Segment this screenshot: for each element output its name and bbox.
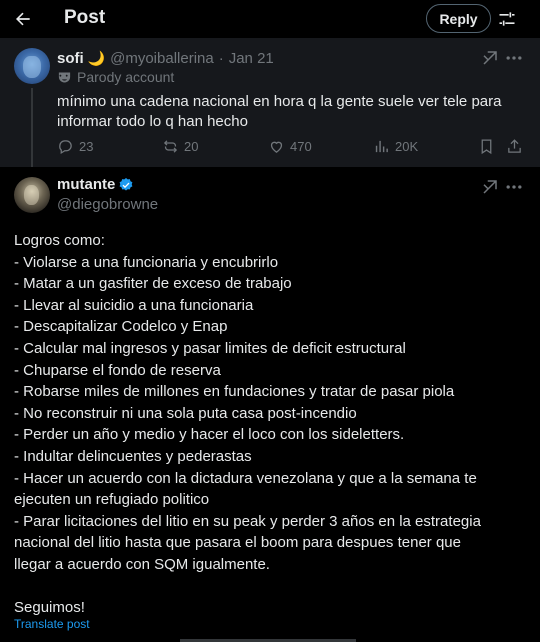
post-line: - Parar licitaciones del litio en su pea…	[14, 512, 481, 530]
post-line: - Llevar al suicidio a una funcionaria	[14, 296, 254, 314]
sliders-icon[interactable]	[497, 9, 517, 29]
post-line: - Matar a un gasfiter de exceso de traba…	[14, 275, 292, 293]
post-line: - Perder un año y medio y hacer el loco …	[14, 426, 405, 444]
meta-separator: ·	[218, 49, 224, 67]
post-text: Logros como: - Violarse a una funcionari…	[14, 230, 526, 619]
post-line: Logros como:	[14, 232, 105, 249]
post-line: llegar a acuerdo con SQM igualmente.	[14, 555, 270, 573]
page-title: Post	[64, 7, 106, 28]
reply-icon	[59, 140, 72, 155]
reply-button[interactable]: Reply	[426, 4, 491, 33]
post-line: - Chuparse el fondo de reserva	[14, 361, 221, 379]
post-line: Seguimos!	[14, 599, 85, 617]
heart-icon	[270, 141, 283, 153]
like-action[interactable]: 470	[268, 138, 312, 155]
parody-badge: Parody account	[57, 69, 174, 85]
post-date[interactable]: Jan 21	[229, 50, 274, 67]
post-line: - Robarse miles de millones en fundacion…	[14, 383, 455, 401]
post-line: - Violarse a una funcionaria y encubrirl…	[14, 253, 279, 271]
top-bar: Post Reply	[0, 0, 540, 38]
repost-icon	[163, 140, 178, 153]
parent-post[interactable]: sofi 🌙 @myoiballerina · Jan 21 Parody ac…	[0, 38, 540, 167]
post-line: - Hacer un acuerdo con la dictadura vene…	[14, 469, 477, 487]
post-line: - No reconstruir ni una sola puta casa p…	[14, 404, 357, 422]
parent-post-header: sofi 🌙 @myoiballerina · Jan 21	[57, 48, 274, 68]
post-text: mínimo una cadena nacional en hora q la …	[57, 93, 502, 130]
thread-connector	[31, 88, 33, 167]
display-name[interactable]: sofi	[57, 50, 84, 67]
more-icon[interactable]	[504, 48, 524, 68]
avatar[interactable]	[14, 177, 50, 213]
share-icon	[508, 139, 521, 153]
display-name[interactable]: mutante	[57, 176, 115, 193]
user-handle[interactable]: @myoiballerina	[110, 50, 214, 67]
repost-count: 20	[184, 139, 199, 154]
verified-badge-icon	[119, 177, 133, 191]
parody-label: Parody account	[77, 69, 175, 85]
user-handle[interactable]: @diegobrowne	[57, 196, 158, 213]
arrow-left-icon	[16, 12, 30, 26]
post-line-blank	[14, 576, 526, 598]
repost-action[interactable]: 20	[162, 138, 198, 155]
post-line: - Indultar delincuentes y pederastas	[14, 447, 252, 465]
more-icon[interactable]	[504, 177, 524, 197]
bookmark-icon	[481, 139, 492, 155]
view-count: 20K	[395, 139, 419, 154]
views-action[interactable]: 20K	[373, 138, 418, 155]
translate-link[interactable]: Translate post	[14, 617, 90, 631]
reply-count: 23	[79, 139, 94, 154]
post-line: - Calcular mal ingresos y pasar limites …	[14, 339, 406, 357]
grok-icon[interactable]	[481, 178, 499, 196]
moon-emoji-icon: 🌙	[87, 49, 106, 66]
post-line: nacional del litio hasta que pasara el b…	[14, 534, 461, 552]
main-post: mutante @diegobrowne Logros como: - Viol…	[0, 167, 540, 642]
bookmark-action[interactable]	[478, 138, 500, 155]
post-line: - Descapitalizar Codelco y Enap	[14, 318, 228, 336]
reply-action[interactable]: 23	[57, 138, 93, 155]
parody-mask-icon	[58, 72, 71, 82]
main-post-header: mutante	[57, 176, 134, 193]
share-action[interactable]	[506, 138, 528, 155]
views-icon	[375, 140, 388, 153]
grok-icon[interactable]	[481, 49, 499, 67]
like-count: 470	[290, 139, 312, 154]
back-button[interactable]	[10, 6, 36, 32]
avatar[interactable]	[14, 48, 50, 84]
post-line: ejecuten un refugiado politico	[14, 491, 210, 509]
post-actions: 23 20 470 20K	[57, 138, 527, 158]
